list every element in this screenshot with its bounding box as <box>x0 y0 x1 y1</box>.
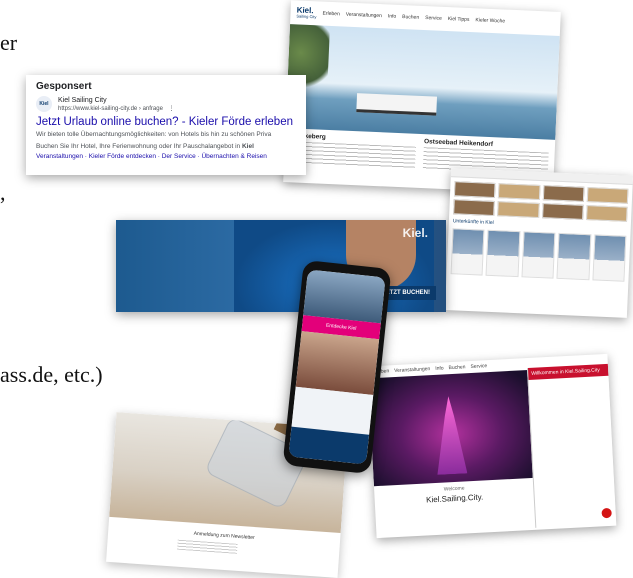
ad-description-bold: Kiel <box>241 143 254 150</box>
background-text-er: er <box>0 30 18 55</box>
google-search-ad: Gesponsert Kiel Kiel Sailing City https:… <box>26 75 306 175</box>
phone-hero-image <box>303 269 386 324</box>
nav-item-buchen[interactable]: Buchen <box>402 14 419 21</box>
website-screenshot-harbor: Kiel. Sailing City Erleben Veranstaltung… <box>283 0 561 194</box>
church-tower-image <box>433 395 467 474</box>
nav-item-kiel-tipps[interactable]: Kiel Tipps <box>448 16 470 23</box>
property-cards <box>446 224 630 286</box>
tile[interactable] <box>453 199 496 217</box>
property-card[interactable] <box>556 232 592 281</box>
website-screenshot-booking: Unterkünfte in Kiel <box>444 168 633 318</box>
card-text <box>289 141 416 169</box>
banner-logo: Kiel. <box>402 226 428 240</box>
sponsored-label: Gesponsert <box>36 81 92 92</box>
nav-item-info[interactable]: Info <box>388 13 397 19</box>
tile[interactable] <box>541 203 584 220</box>
ad-description-line2: Buchen Sie Ihr Hotel, Ihre Ferienwohnung… <box>36 143 254 150</box>
nav-item[interactable]: Buchen <box>448 364 465 371</box>
banner-ad: Kiel. JETZT BUCHEN! <box>116 220 446 312</box>
ad-headline-link[interactable]: Jetzt Urlaub online buchen? - Kieler För… <box>36 116 296 128</box>
ad-url[interactable]: https://www.kiel-sailing-city.de › anfra… <box>58 106 163 112</box>
ship-image <box>356 93 438 116</box>
favicon-icon: Kiel <box>36 96 52 112</box>
chat-widget[interactable]: Willkommen in Kiel.Sailing.City <box>526 363 617 528</box>
property-card[interactable] <box>485 229 521 278</box>
property-card[interactable] <box>521 231 556 279</box>
tile[interactable] <box>586 187 629 204</box>
property-card[interactable] <box>592 234 627 282</box>
nav-item-kieler-woche[interactable]: Kieler Woche <box>475 17 505 24</box>
ad-site-name: Kiel Sailing City <box>58 97 107 104</box>
background-text-comma: , <box>0 180 6 205</box>
ad-description-line1: Wir bieten tolle Übernachtungsmöglichkei… <box>36 131 272 138</box>
night-church-image <box>368 370 534 487</box>
tile[interactable] <box>453 181 496 199</box>
website-screenshot-night: Erleben Veranstaltungen Info Buchen Serv… <box>367 353 617 539</box>
phone-people-image <box>295 331 380 395</box>
hero-image-harbor <box>285 24 560 140</box>
property-card[interactable] <box>450 228 485 276</box>
nav-item-veranstaltungen[interactable]: Veranstaltungen <box>346 12 382 20</box>
nav-item-service[interactable]: Service <box>425 15 442 22</box>
nav-item[interactable]: Service <box>470 363 487 370</box>
background-text-ass: ass.de, etc.) <box>0 362 103 387</box>
site-logo: Kiel. Sailing City <box>296 5 317 20</box>
newsletter-text <box>177 539 238 554</box>
more-options-icon[interactable]: ⋮ <box>169 106 175 112</box>
nav-item[interactable]: Info <box>435 365 444 371</box>
tile[interactable] <box>497 201 540 218</box>
tile[interactable] <box>498 183 541 200</box>
ad-sitelinks[interactable]: Veranstaltungen · Kieler Förde entdecken… <box>36 153 296 160</box>
tile[interactable] <box>585 205 628 222</box>
tile[interactable] <box>542 185 585 202</box>
nav-item-erleben[interactable]: Erleben <box>322 11 339 18</box>
nav-item[interactable]: Veranstaltungen <box>394 366 430 374</box>
phone-screen: Entdecke Kiel <box>288 269 386 465</box>
